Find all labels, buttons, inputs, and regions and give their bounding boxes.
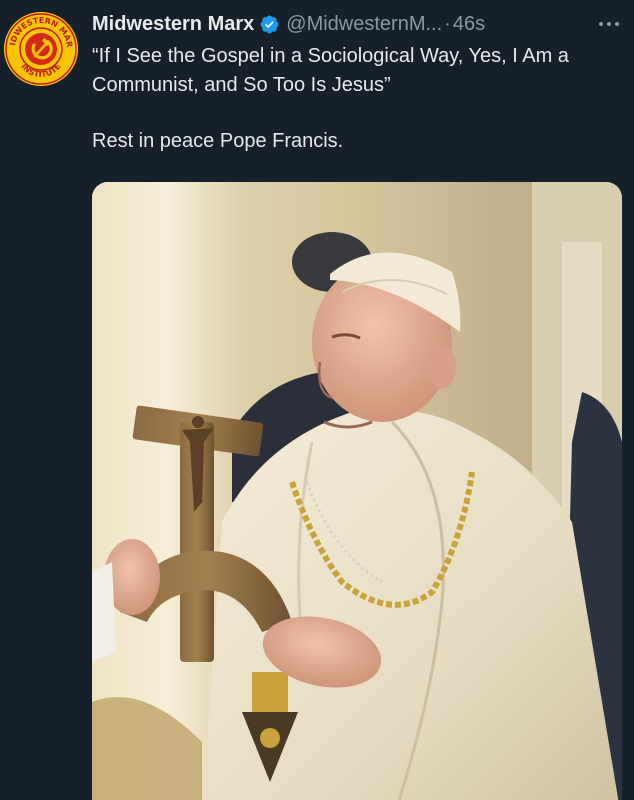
tweet-text-quote: “If I See the Gospel in a Sociological W… xyxy=(92,45,569,96)
author-handle[interactable]: @MidwesternM... xyxy=(286,13,442,36)
more-options-icon[interactable] xyxy=(594,10,624,38)
hammer-and-sickle-icon xyxy=(25,33,57,65)
tweet-photo[interactable] xyxy=(92,182,622,800)
verified-badge-icon xyxy=(259,14,280,35)
author-display-name[interactable]: Midwestern Marx xyxy=(92,13,254,36)
tweet: MIDWESTERN MARX INSTITUTE Midwestern Mar… xyxy=(0,0,634,800)
tweet-header: Midwestern Marx @MidwesternM... · 46s xyxy=(92,10,628,38)
author-avatar[interactable]: MIDWESTERN MARX INSTITUTE xyxy=(4,12,78,86)
header-separator: · xyxy=(444,12,451,35)
tweet-text-line: Rest in peace Pope Francis. xyxy=(92,130,344,152)
tweet-timestamp[interactable]: 46s xyxy=(453,13,485,36)
tweet-text: “If I See the Gospel in a Sociological W… xyxy=(92,42,622,156)
